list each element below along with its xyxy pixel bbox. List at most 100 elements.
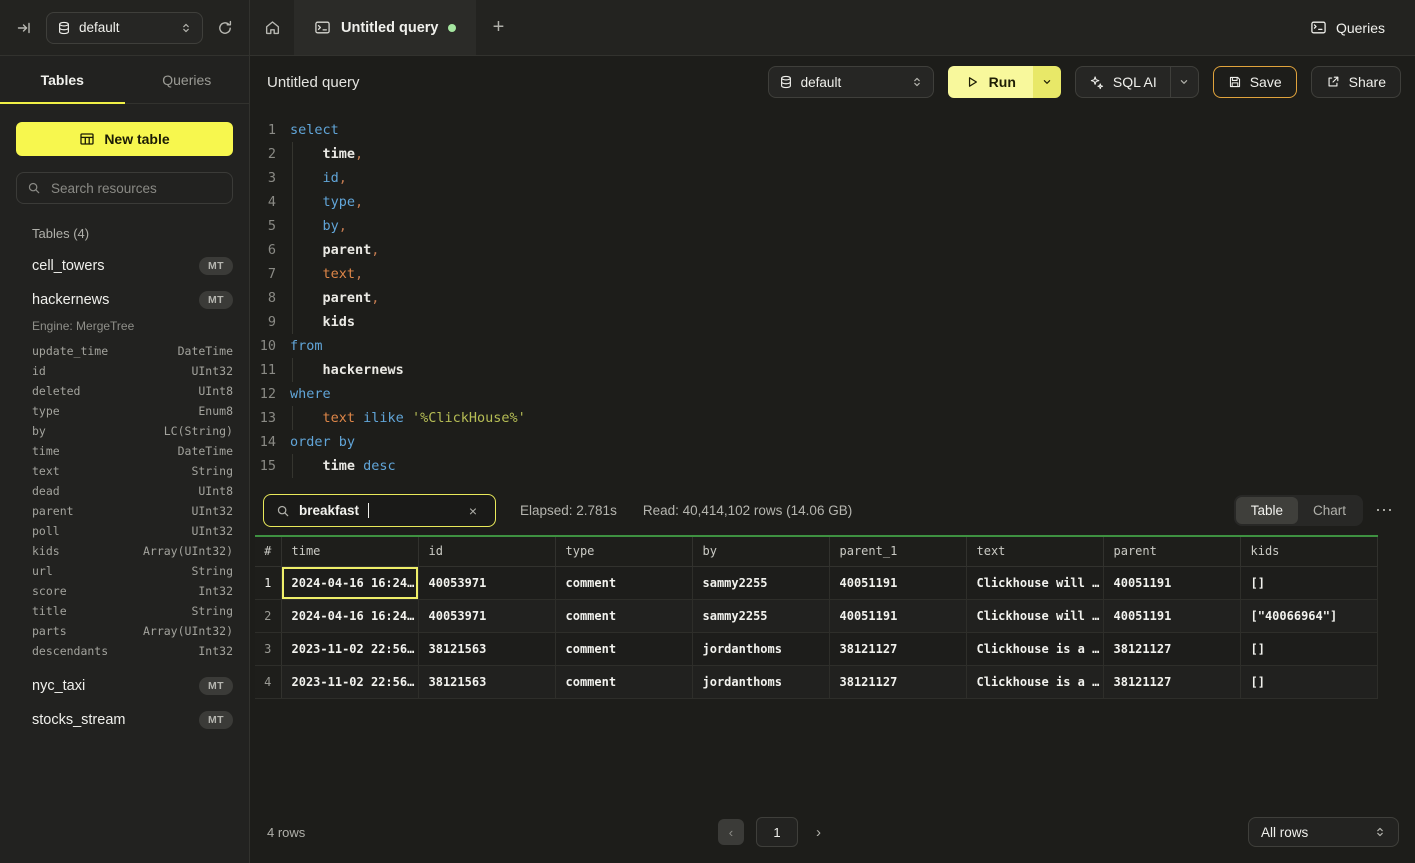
table-column-row[interactable]: typeEnum8 — [32, 401, 233, 421]
column-header-id[interactable]: id — [418, 536, 555, 566]
sql-ai-options-button[interactable] — [1170, 67, 1198, 97]
row-number[interactable]: 1 — [255, 566, 281, 599]
cell-id[interactable]: 38121563 — [418, 632, 555, 665]
code-content[interactable]: id, — [290, 166, 347, 190]
column-header-by[interactable]: by — [692, 536, 829, 566]
table-column-row[interactable]: urlString — [32, 561, 233, 581]
table-column-row[interactable]: deletedUInt8 — [32, 381, 233, 401]
run-button-main[interactable]: Run — [948, 66, 1033, 98]
cell-parent[interactable]: 40051191 — [1103, 566, 1240, 599]
table-column-row[interactable]: textString — [32, 461, 233, 481]
column-header-rownum[interactable]: # — [255, 536, 281, 566]
table-column-row[interactable]: titleString — [32, 601, 233, 621]
code-content[interactable]: by, — [290, 214, 347, 238]
cell-id[interactable]: 38121563 — [418, 665, 555, 698]
table-column-row[interactable]: kidsArray(UInt32) — [32, 541, 233, 561]
next-page-button[interactable]: › — [810, 823, 827, 842]
new-table-button[interactable]: New table — [16, 122, 233, 156]
cell-parent[interactable]: 40051191 — [1103, 599, 1240, 632]
code-content[interactable]: parent, — [290, 238, 379, 262]
column-header-kids[interactable]: kids — [1240, 536, 1377, 566]
table-column-row[interactable]: scoreInt32 — [32, 581, 233, 601]
page-size-selector[interactable]: All rows — [1248, 817, 1399, 847]
code-content[interactable]: time desc — [290, 454, 396, 478]
column-header-text[interactable]: text — [966, 536, 1103, 566]
code-content[interactable]: kids — [290, 310, 355, 334]
cell-kids[interactable]: [] — [1240, 566, 1377, 599]
cell-type[interactable]: comment — [555, 599, 692, 632]
cell-text[interactable]: Clickhouse is a … — [966, 632, 1103, 665]
code-content[interactable]: order by — [290, 430, 355, 454]
refresh-button[interactable] — [213, 16, 237, 40]
current-page[interactable]: 1 — [756, 817, 798, 847]
cell-text[interactable]: Clickhouse will … — [966, 599, 1103, 632]
column-header-type[interactable]: type — [555, 536, 692, 566]
run-database-selector[interactable]: default — [768, 66, 934, 98]
code-content[interactable]: text ilike '%ClickHouse%' — [290, 406, 526, 430]
cell-id[interactable]: 40053971 — [418, 599, 555, 632]
cell-parent_1[interactable]: 40051191 — [829, 599, 966, 632]
run-button[interactable]: Run — [948, 66, 1061, 98]
cell-type[interactable]: comment — [555, 632, 692, 665]
cell-kids[interactable]: ["40066964"] — [1240, 599, 1377, 632]
save-button[interactable]: Save — [1213, 66, 1297, 98]
database-selector[interactable]: default — [46, 12, 203, 44]
column-header-time[interactable]: time — [281, 536, 418, 566]
cell-type[interactable]: comment — [555, 665, 692, 698]
view-toggle-chart[interactable]: Chart — [1298, 497, 1361, 524]
cell-parent_1[interactable]: 38121127 — [829, 632, 966, 665]
code-content[interactable]: hackernews — [290, 358, 404, 382]
resource-search[interactable] — [16, 172, 233, 204]
cell-by[interactable]: sammy2255 — [692, 566, 829, 599]
table-column-row[interactable]: deadUInt8 — [32, 481, 233, 501]
run-options-button[interactable] — [1033, 66, 1061, 98]
row-number[interactable]: 4 — [255, 665, 281, 698]
cell-id[interactable]: 40053971 — [418, 566, 555, 599]
resource-search-input[interactable] — [49, 180, 222, 197]
query-tab[interactable]: Untitled query — [294, 0, 476, 55]
cell-parent_1[interactable]: 38121127 — [829, 665, 966, 698]
column-header-parent_1[interactable]: parent_1 — [829, 536, 966, 566]
code-content[interactable]: time, — [290, 142, 363, 166]
cell-parent[interactable]: 38121127 — [1103, 665, 1240, 698]
prev-page-button[interactable]: ‹ — [718, 819, 744, 845]
share-button[interactable]: Share — [1311, 66, 1401, 98]
cell-kids[interactable]: [] — [1240, 632, 1377, 665]
collapse-sidebar-button[interactable] — [12, 16, 36, 40]
cell-by[interactable]: jordanthoms — [692, 632, 829, 665]
queries-button[interactable]: Queries — [1304, 18, 1391, 37]
code-content[interactable]: select — [290, 118, 339, 142]
cell-text[interactable]: Clickhouse will … — [966, 566, 1103, 599]
table-column-row[interactable]: timeDateTime — [32, 441, 233, 461]
cell-time[interactable]: 2023-11-02 22:56… — [281, 632, 418, 665]
more-options-button[interactable]: ⋯ — [1371, 500, 1397, 521]
cell-kids[interactable]: [] — [1240, 665, 1377, 698]
sql-ai-main[interactable]: SQL AI — [1076, 67, 1170, 97]
code-content[interactable]: where — [290, 382, 331, 406]
sidebar-table-hackernews[interactable]: hackernewsMT — [32, 291, 233, 309]
code-content[interactable]: type, — [290, 190, 363, 214]
view-toggle-table[interactable]: Table — [1236, 497, 1298, 524]
code-content[interactable]: parent, — [290, 286, 379, 310]
sidebar-table-stocks_stream[interactable]: stocks_streamMT — [32, 711, 233, 729]
table-column-row[interactable]: pollUInt32 — [32, 521, 233, 541]
cell-time[interactable]: 2024-04-16 16:24… — [281, 566, 418, 599]
cell-by[interactable]: sammy2255 — [692, 599, 829, 632]
cell-text[interactable]: Clickhouse is a … — [966, 665, 1103, 698]
cell-parent[interactable]: 38121127 — [1103, 632, 1240, 665]
tab-queries[interactable]: Queries — [125, 56, 250, 103]
column-header-parent[interactable]: parent — [1103, 536, 1240, 566]
table-column-row[interactable]: idUInt32 — [32, 361, 233, 381]
sql-editor[interactable]: 1select2 time,3 id,4 type,5 by,6 parent,… — [250, 108, 1415, 486]
home-button[interactable] — [250, 0, 294, 55]
new-tab-button[interactable]: + — [476, 0, 520, 55]
cell-time[interactable]: 2024-04-16 16:24… — [281, 599, 418, 632]
tab-tables[interactable]: Tables — [0, 56, 125, 103]
cell-time[interactable]: 2023-11-02 22:56… — [281, 665, 418, 698]
clear-search-button[interactable]: × — [463, 503, 483, 519]
code-content[interactable]: text, — [290, 262, 363, 286]
cell-parent_1[interactable]: 40051191 — [829, 566, 966, 599]
table-column-row[interactable]: descendantsInt32 — [32, 641, 233, 661]
code-content[interactable]: from — [290, 334, 323, 358]
row-number[interactable]: 2 — [255, 599, 281, 632]
